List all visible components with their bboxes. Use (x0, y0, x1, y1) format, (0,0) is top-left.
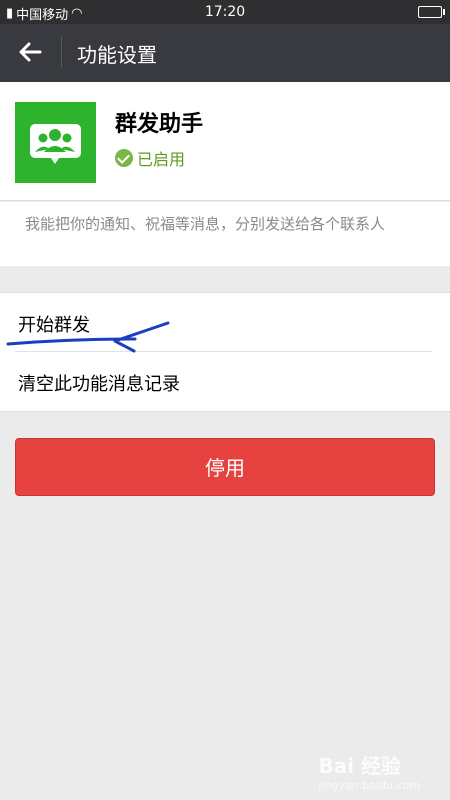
watermark-text: Bai 经验 (318, 754, 402, 778)
baidu-watermark: Bai 经验 jingyan.baidu.com (318, 750, 420, 792)
plugin-header: 群发助手 已启用 (0, 82, 450, 201)
back-arrow-icon[interactable] (16, 38, 44, 66)
plugin-name: 群发助手 (115, 112, 204, 137)
annotation-arrow (6, 321, 170, 353)
battery-icon (418, 6, 445, 18)
plugin-description: 我能把你的通知、祝福等消息，分别发送给各个联系人 (25, 215, 386, 233)
check-circle-icon (115, 149, 133, 167)
status-bar: ▮ 中国移动 ◠ 17:20 (0, 0, 450, 24)
action-bar-divider (61, 36, 62, 68)
status-row: 已启用 (115, 146, 185, 170)
disable-button[interactable]: 停用 (15, 438, 435, 496)
description-card: 我能把你的通知、祝福等消息，分别发送给各个联系人 (0, 202, 450, 266)
action-list: 开始群发 清空此功能消息记录 (0, 292, 450, 412)
page-title: 功能设置 (77, 43, 157, 67)
watermark-url: jingyan.baidu.com (318, 779, 420, 792)
action-bar: 功能设置 (0, 24, 450, 82)
group-message-icon (15, 102, 96, 183)
status-badge: 已启用 (137, 150, 186, 169)
clear-history-label: 清空此功能消息记录 (18, 374, 180, 395)
status-time: 17:20 (204, 4, 246, 20)
